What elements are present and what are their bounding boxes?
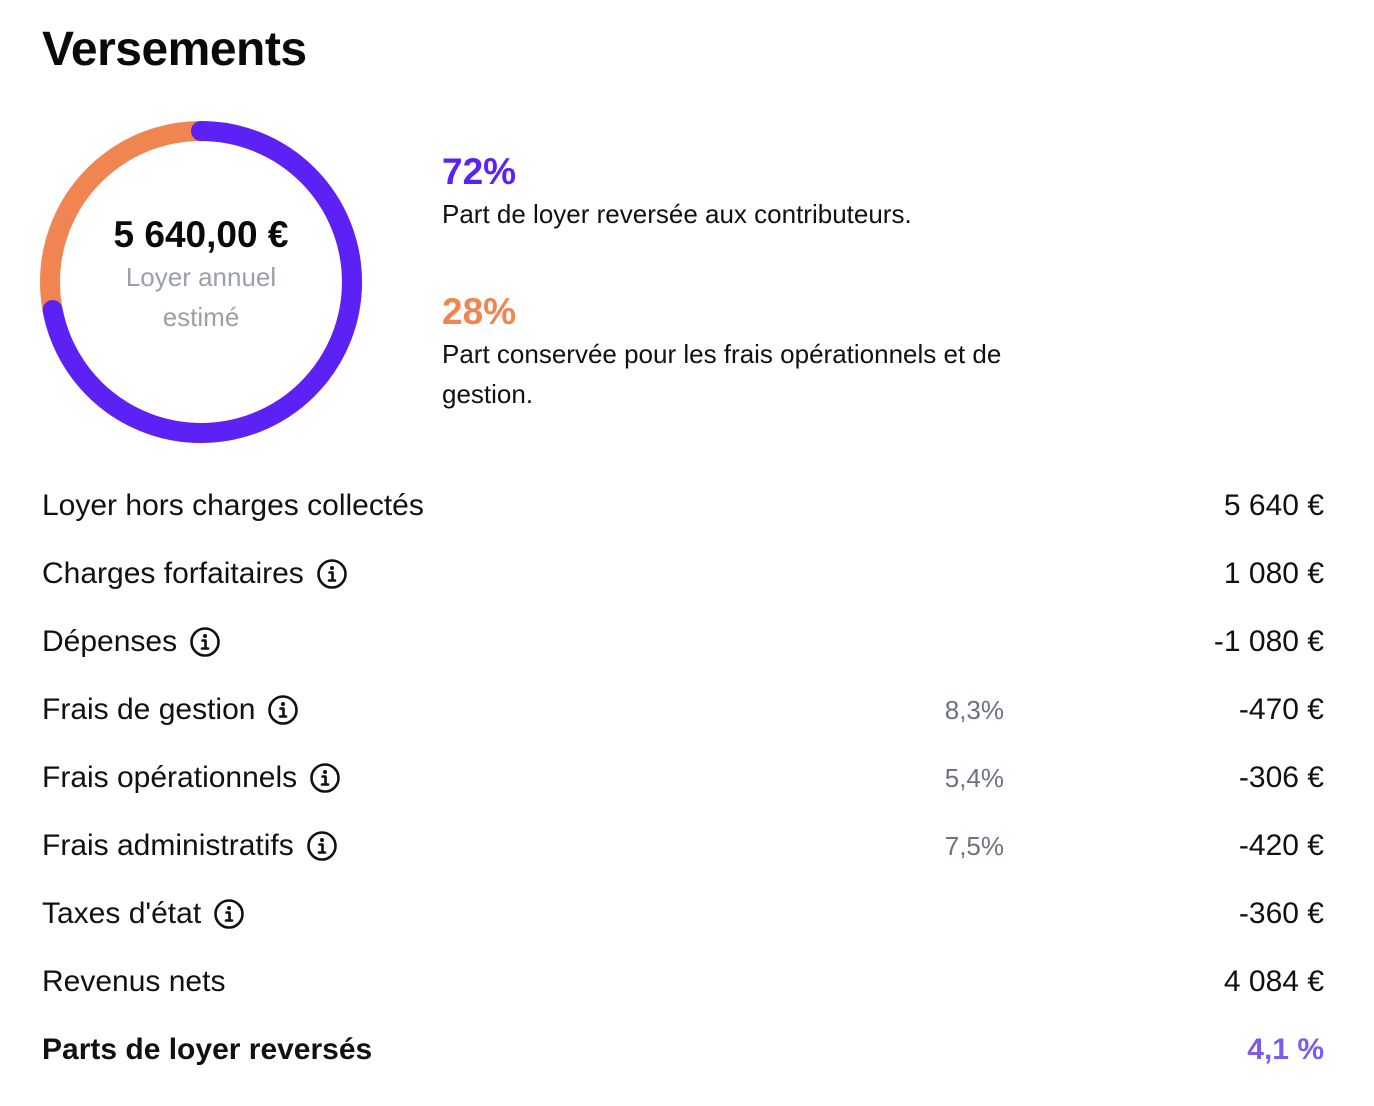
row-value: -306 € bbox=[1238, 761, 1324, 794]
info-icon[interactable] bbox=[316, 558, 348, 590]
legend-fees-percent: 28% bbox=[442, 291, 517, 332]
annual-rent-amount: 5 640,00 € bbox=[113, 214, 289, 255]
legend-contributors: 72% Part de loyer reversée aux contribut… bbox=[442, 150, 1062, 234]
row-rent-shares-paid: Parts de loyer reversés 4,1 % bbox=[42, 1016, 1324, 1084]
annual-rent-label: Loyer annuel estimé bbox=[125, 262, 277, 332]
legend-contributors-text: Part de loyer reversée aux contributeurs… bbox=[442, 199, 912, 229]
row-state-taxes: Taxes d'état -360 € bbox=[42, 880, 1324, 948]
row-flat-charges: Charges forfaitaires 1 080 € bbox=[42, 540, 1324, 608]
row-operational-fees: Frais opérationnels 5,4% -306 € bbox=[42, 744, 1324, 812]
row-value: -420 € bbox=[1238, 829, 1324, 862]
row-percent: 7,5% bbox=[944, 830, 1004, 861]
info-icon[interactable] bbox=[309, 762, 341, 794]
row-label: Charges forfaitaires bbox=[42, 557, 348, 591]
row-label: Dépenses bbox=[42, 625, 221, 659]
rent-donut-chart: 5 640,00 € Loyer annuel estimé bbox=[40, 121, 362, 443]
row-value: 4 084 € bbox=[1223, 965, 1324, 998]
row-label: Frais administratifs bbox=[42, 829, 338, 863]
info-icon[interactable] bbox=[213, 898, 245, 930]
row-label: Taxes d'état bbox=[42, 897, 245, 931]
row-value: -360 € bbox=[1238, 897, 1324, 930]
row-value: 4,1 % bbox=[1247, 1033, 1324, 1066]
row-percent: 8,3% bbox=[944, 694, 1004, 725]
row-rent-collected: Loyer hors charges collectés 5 640 € bbox=[42, 472, 1324, 540]
row-label: Frais opérationnels bbox=[42, 761, 341, 795]
info-icon[interactable] bbox=[267, 694, 299, 726]
row-label: Frais de gestion bbox=[42, 693, 299, 727]
row-expenses: Dépenses -1 080 € bbox=[42, 608, 1324, 676]
page-title: Versements bbox=[42, 23, 307, 76]
legend-fees: 28% Part conservée pour les frais opérat… bbox=[442, 290, 1062, 414]
row-management-fees: Frais de gestion 8,3% -470 € bbox=[42, 676, 1324, 744]
info-icon[interactable] bbox=[306, 830, 338, 862]
legend-contributors-percent: 72% bbox=[442, 151, 517, 192]
info-icon[interactable] bbox=[189, 626, 221, 658]
donut-center: 5 640,00 € Loyer annuel estimé bbox=[40, 121, 362, 443]
row-administrative-fees: Frais administratifs 7,5% -420 € bbox=[42, 812, 1324, 880]
row-value: -1 080 € bbox=[1213, 625, 1324, 658]
payments-breakdown: Loyer hors charges collectés 5 640 € Cha… bbox=[42, 472, 1324, 1084]
row-label: Parts de loyer reversés bbox=[42, 1033, 373, 1066]
row-value: 1 080 € bbox=[1223, 557, 1324, 590]
row-percent: 5,4% bbox=[944, 762, 1004, 793]
row-label: Revenus nets bbox=[42, 965, 226, 998]
row-label: Loyer hors charges collectés bbox=[42, 489, 424, 522]
row-net-income: Revenus nets 4 084 € bbox=[42, 948, 1324, 1016]
row-value: 5 640 € bbox=[1223, 489, 1324, 522]
legend-fees-text: Part conservée pour les frais opérationn… bbox=[442, 339, 1002, 409]
row-value: -470 € bbox=[1238, 693, 1324, 726]
